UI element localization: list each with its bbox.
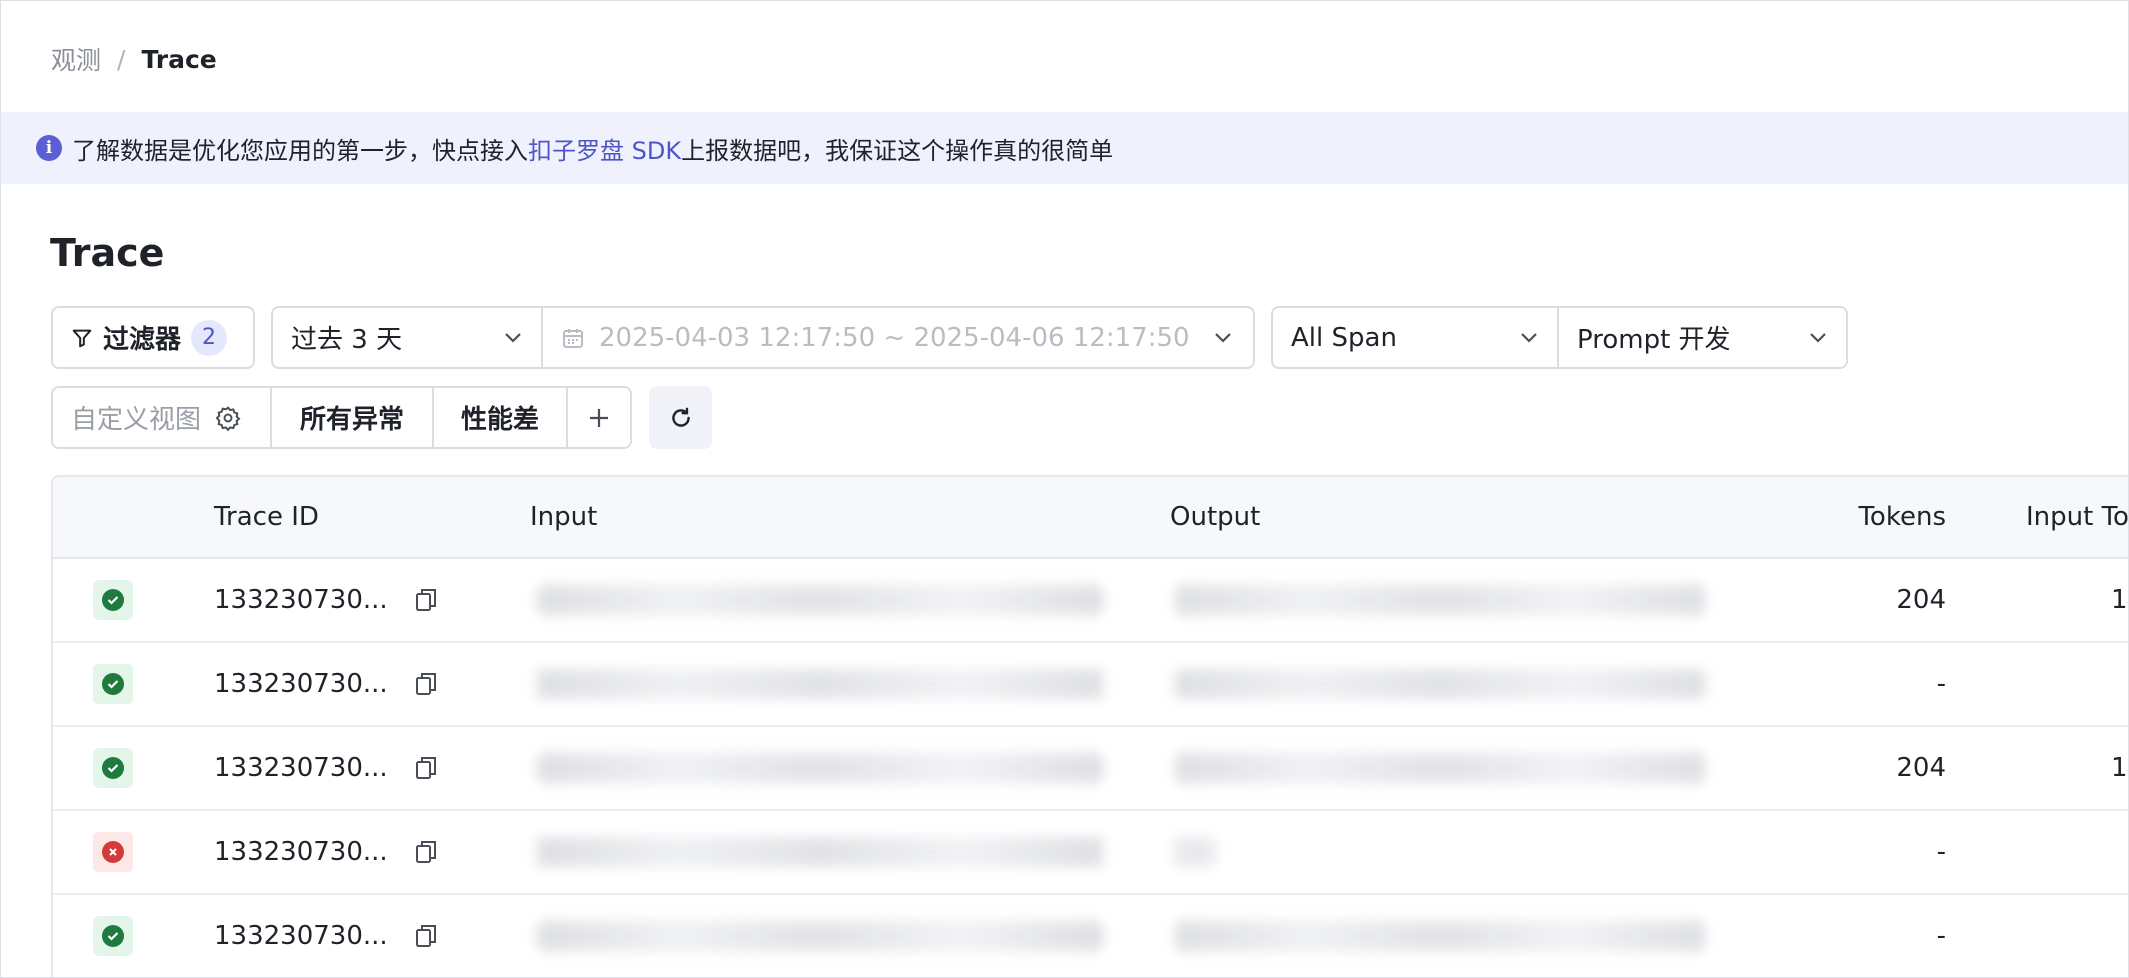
custom-view-select[interactable]: 自定义视图 <box>53 388 272 447</box>
output-redacted <box>1175 669 1705 699</box>
view-tabs-group: 自定义视图 所有异常 性能差 <box>51 386 632 449</box>
breadcrumb-current: Trace <box>141 44 217 74</box>
custom-view-placeholder: 自定义视图 <box>71 405 202 435</box>
column-header-input[interactable]: Input <box>530 477 597 557</box>
check-icon <box>102 589 124 611</box>
banner-text-after: 上报数据吧，我保证这个操作真的很简单 <box>681 136 1114 165</box>
input-tokens-cell: 1 <box>2111 585 2128 615</box>
trace-table: Trace ID Input Output Tokens Input To 13… <box>51 475 2128 977</box>
copy-icon[interactable] <box>414 811 438 893</box>
trace-id-cell: 133230730... <box>214 669 388 699</box>
table-row[interactable]: 133230730... 204 1 <box>53 559 2128 643</box>
output-redacted <box>1175 921 1705 951</box>
breadcrumb-separator: / <box>117 44 126 74</box>
add-view-button[interactable] <box>568 388 630 447</box>
platform-select[interactable]: Prompt 开发 <box>1559 308 1846 367</box>
input-tokens-cell: 1 <box>2111 753 2128 783</box>
breadcrumb-parent[interactable]: 观测 <box>51 41 101 77</box>
column-header-output[interactable]: Output <box>1170 477 1260 557</box>
trace-id-cell: 133230730... <box>214 753 388 783</box>
table-row[interactable]: 133230730... - <box>53 895 2128 977</box>
tokens-cell: - <box>1936 921 1946 951</box>
chevron-down-icon <box>1810 332 1826 343</box>
input-redacted <box>537 585 1103 615</box>
date-range-picker[interactable]: 2025-04-03 12:17:50 ~ 2025-04-06 12:17:5… <box>543 308 1253 367</box>
output-redacted <box>1175 585 1705 615</box>
input-redacted <box>537 837 1103 867</box>
filter-icon <box>72 329 92 347</box>
chevron-down-icon <box>1215 332 1231 343</box>
status-indicator <box>93 748 133 788</box>
view-tab-all-errors[interactable]: 所有异常 <box>272 388 434 447</box>
gear-icon[interactable] <box>215 405 241 431</box>
table-row[interactable]: 133230730... 204 1 <box>53 727 2128 811</box>
status-indicator <box>93 916 133 956</box>
date-range-value: 2025-04-03 12:17:50 ~ 2025-04-06 12:17:5… <box>599 322 1190 353</box>
column-header-trace-id[interactable]: Trace ID <box>214 477 319 557</box>
table-header: Trace ID Input Output Tokens Input To <box>53 477 2128 559</box>
span-type-value: All Span <box>1291 322 1397 353</box>
time-range-select[interactable]: 过去 3 天 <box>273 308 543 367</box>
input-redacted <box>537 753 1103 783</box>
tokens-cell: - <box>1936 669 1946 699</box>
trace-id-cell: 133230730... <box>214 921 388 951</box>
page-title: Trace <box>50 231 165 275</box>
trace-id-cell: 133230730... <box>214 837 388 867</box>
time-range-value: 过去 3 天 <box>291 325 403 355</box>
check-icon <box>102 925 124 947</box>
copy-icon[interactable] <box>414 727 438 809</box>
output-redacted <box>1175 753 1705 783</box>
error-icon <box>102 841 124 863</box>
chevron-down-icon <box>1521 332 1537 343</box>
check-icon <box>102 673 124 695</box>
tokens-cell: - <box>1936 837 1946 867</box>
platform-value: Prompt 开发 <box>1577 325 1731 355</box>
refresh-icon <box>671 407 690 427</box>
banner-text-before: 了解数据是优化您应用的第一步，快点接入 <box>72 136 528 165</box>
breadcrumb: 观测 / Trace <box>51 41 217 77</box>
sdk-link[interactable]: 扣子罗盘 SDK <box>528 131 681 166</box>
chevron-down-icon <box>505 332 521 343</box>
status-indicator <box>93 580 133 620</box>
tokens-cell: 204 <box>1896 585 1946 615</box>
copy-icon[interactable] <box>414 643 438 725</box>
status-indicator <box>93 832 133 872</box>
refresh-button[interactable] <box>649 386 712 449</box>
table-row[interactable]: 133230730... - <box>53 643 2128 727</box>
span-type-select[interactable]: All Span <box>1273 308 1559 367</box>
trace-page: 观测 / Trace i 了解数据是优化您应用的第一步，快点接入 扣子罗盘 SD… <box>0 0 2129 978</box>
column-header-input-tokens[interactable]: Input To <box>2026 477 2128 557</box>
filter-button[interactable]: 过滤器 2 <box>51 306 255 369</box>
filter-label: 过滤器 <box>103 325 182 355</box>
plus-icon <box>590 408 608 427</box>
calendar-icon <box>563 328 583 348</box>
span-filter-group: All Span Prompt 开发 <box>1271 306 1848 369</box>
filter-count-badge: 2 <box>191 319 228 356</box>
info-icon: i <box>36 135 62 161</box>
tokens-cell: 204 <box>1896 753 1946 783</box>
trace-id-cell: 133230730... <box>214 585 388 615</box>
input-redacted <box>537 921 1103 951</box>
time-filter-group: 过去 3 天 2025-04-03 12:17:50 ~ 2025-04-06 … <box>271 306 1255 369</box>
check-icon <box>102 757 124 779</box>
view-tab-poor-performance[interactable]: 性能差 <box>434 388 568 447</box>
input-redacted <box>537 669 1103 699</box>
column-header-tokens[interactable]: Tokens <box>1770 477 1946 557</box>
sdk-banner: i 了解数据是优化您应用的第一步，快点接入 扣子罗盘 SDK 上报数据吧，我保证… <box>1 112 2128 184</box>
copy-icon[interactable] <box>414 559 438 641</box>
copy-icon[interactable] <box>414 895 438 977</box>
table-row[interactable]: 133230730... - <box>53 811 2128 895</box>
output-redacted <box>1175 837 1215 867</box>
status-indicator <box>93 664 133 704</box>
